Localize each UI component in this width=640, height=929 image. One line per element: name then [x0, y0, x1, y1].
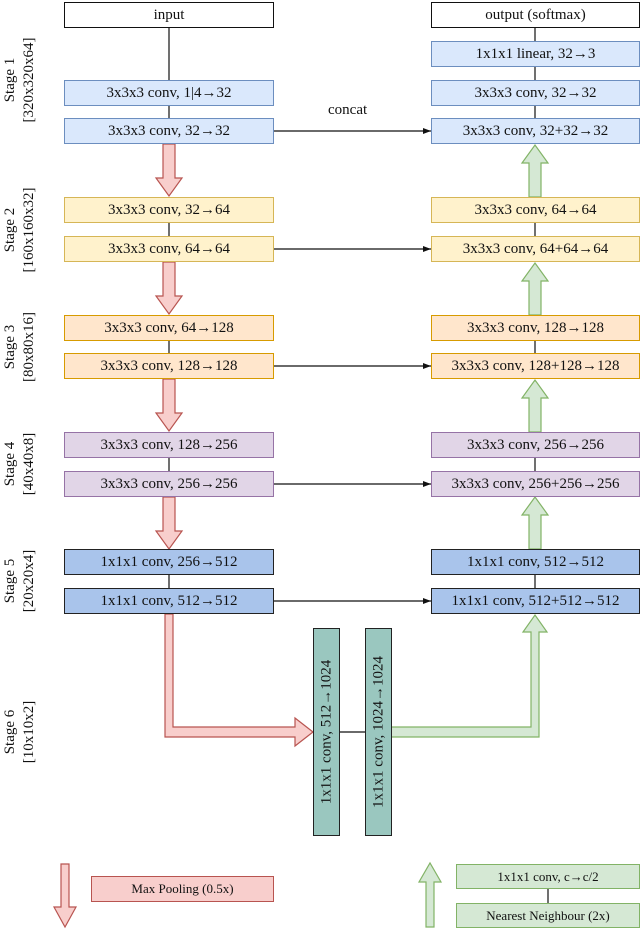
stage-dims: [20x20x4] — [21, 549, 37, 613]
legend-upsample-conv: 1x1x1 conv, c→c/2 — [456, 864, 640, 889]
encoder-stage1-conv1: 3x3x3 conv, 1|4→32 — [64, 80, 274, 106]
encoder-stage3-conv1: 3x3x3 conv, 64→128 — [64, 315, 274, 341]
encoder-stage4-conv1: 3x3x3 conv, 128→256 — [64, 432, 274, 458]
bottleneck-conv2: 1x1x1 conv, 1024→1024 — [365, 628, 392, 836]
encoder-stage2-conv2: 3x3x3 conv, 64→64 — [64, 236, 274, 262]
encoder-stage4-conv2: 3x3x3 conv, 256→256 — [64, 471, 274, 497]
stage-dims: [10x10x2] — [21, 700, 37, 764]
encoder-stage2-conv1: 3x3x3 conv, 32→64 — [64, 197, 274, 223]
pool-arrow-4 — [154, 496, 184, 551]
bottleneck-conv1: 1x1x1 conv, 512→1024 — [313, 628, 340, 836]
input-node: input — [64, 2, 274, 28]
concat-label: concat — [328, 102, 368, 118]
stage-name: Stage 4 — [2, 441, 18, 487]
pool-arrow-1 — [154, 143, 184, 198]
stage-dims: [320x320x64] — [21, 37, 37, 123]
legend-nearest-neighbour: Nearest Neighbour (2x) — [456, 903, 640, 928]
upsample-arrow-1 — [520, 143, 550, 198]
decoder-stage4-conv2: 3x3x3 conv, 256→256 — [431, 432, 640, 458]
stage-label-1: Stage 1 [320x320x64] — [0, 15, 40, 145]
encoder-stage1-conv2: 3x3x3 conv, 32→32 — [64, 118, 274, 144]
decoder-stage2-conv2: 3x3x3 conv, 64→64 — [431, 197, 640, 223]
decoder-stage5-conv2: 1x1x1 conv, 512→512 — [431, 549, 640, 575]
output-node: output (softmax) — [431, 2, 640, 28]
encoder-stage5-conv2: 1x1x1 conv, 512→512 — [64, 588, 274, 614]
stage-label-4: Stage 4 [40x40x8] — [0, 399, 40, 529]
decoder-stage3-conv1: 3x3x3 conv, 128+128→128 — [431, 353, 640, 379]
bottleneck-conv1-label: 1x1x1 conv, 512→1024 — [318, 659, 334, 805]
upsample-arrow-5 — [390, 613, 549, 738]
pool-arrow-2 — [154, 261, 184, 316]
upsample-arrow-3 — [520, 378, 550, 433]
decoder-stage4-conv1: 3x3x3 conv, 256+256→256 — [431, 471, 640, 497]
decoder-stage3-conv2: 3x3x3 conv, 128→128 — [431, 315, 640, 341]
decoder-stage5-conv1: 1x1x1 conv, 512+512→512 — [431, 588, 640, 614]
legend-max-pooling: Max Pooling (0.5x) — [91, 876, 274, 902]
decoder-final-linear: 1x1x1 linear, 32→3 — [431, 41, 640, 67]
decoder-stage1-conv2: 3x3x3 conv, 32→32 — [431, 80, 640, 106]
stage-dims: [160x160x32] — [21, 187, 37, 273]
stage-label-3: Stage 3 [80x80x16] — [0, 282, 40, 412]
legend-upsample-arrow — [417, 861, 443, 928]
stage-name: Stage 6 — [2, 709, 18, 755]
stage-name: Stage 3 — [2, 324, 18, 370]
encoder-stage3-conv2: 3x3x3 conv, 128→128 — [64, 353, 274, 379]
stage-label-5: Stage 5 [20x20x4] — [0, 516, 40, 646]
decoder-stage1-conv1: 3x3x3 conv, 32+32→32 — [431, 118, 640, 144]
pool-arrow-5 — [164, 613, 314, 748]
stage-dims: [40x40x8] — [21, 432, 37, 496]
upsample-arrow-2 — [520, 261, 550, 316]
stage-label-2: Stage 2 [160x160x32] — [0, 165, 40, 295]
stage-label-6: Stage 6 [10x10x2] — [0, 667, 40, 797]
stage-dims: [80x80x16] — [21, 312, 37, 382]
bottleneck-conv2-label: 1x1x1 conv, 1024→1024 — [370, 656, 386, 808]
stage-name: Stage 1 — [2, 57, 18, 103]
encoder-stage5-conv1: 1x1x1 conv, 256→512 — [64, 549, 274, 575]
legend-pool-arrow — [52, 863, 78, 929]
pool-arrow-3 — [154, 378, 184, 433]
upsample-arrow-4 — [520, 495, 550, 550]
decoder-stage2-conv1: 3x3x3 conv, 64+64→64 — [431, 236, 640, 262]
stage-name: Stage 5 — [2, 558, 18, 604]
stage-name: Stage 2 — [2, 207, 18, 253]
